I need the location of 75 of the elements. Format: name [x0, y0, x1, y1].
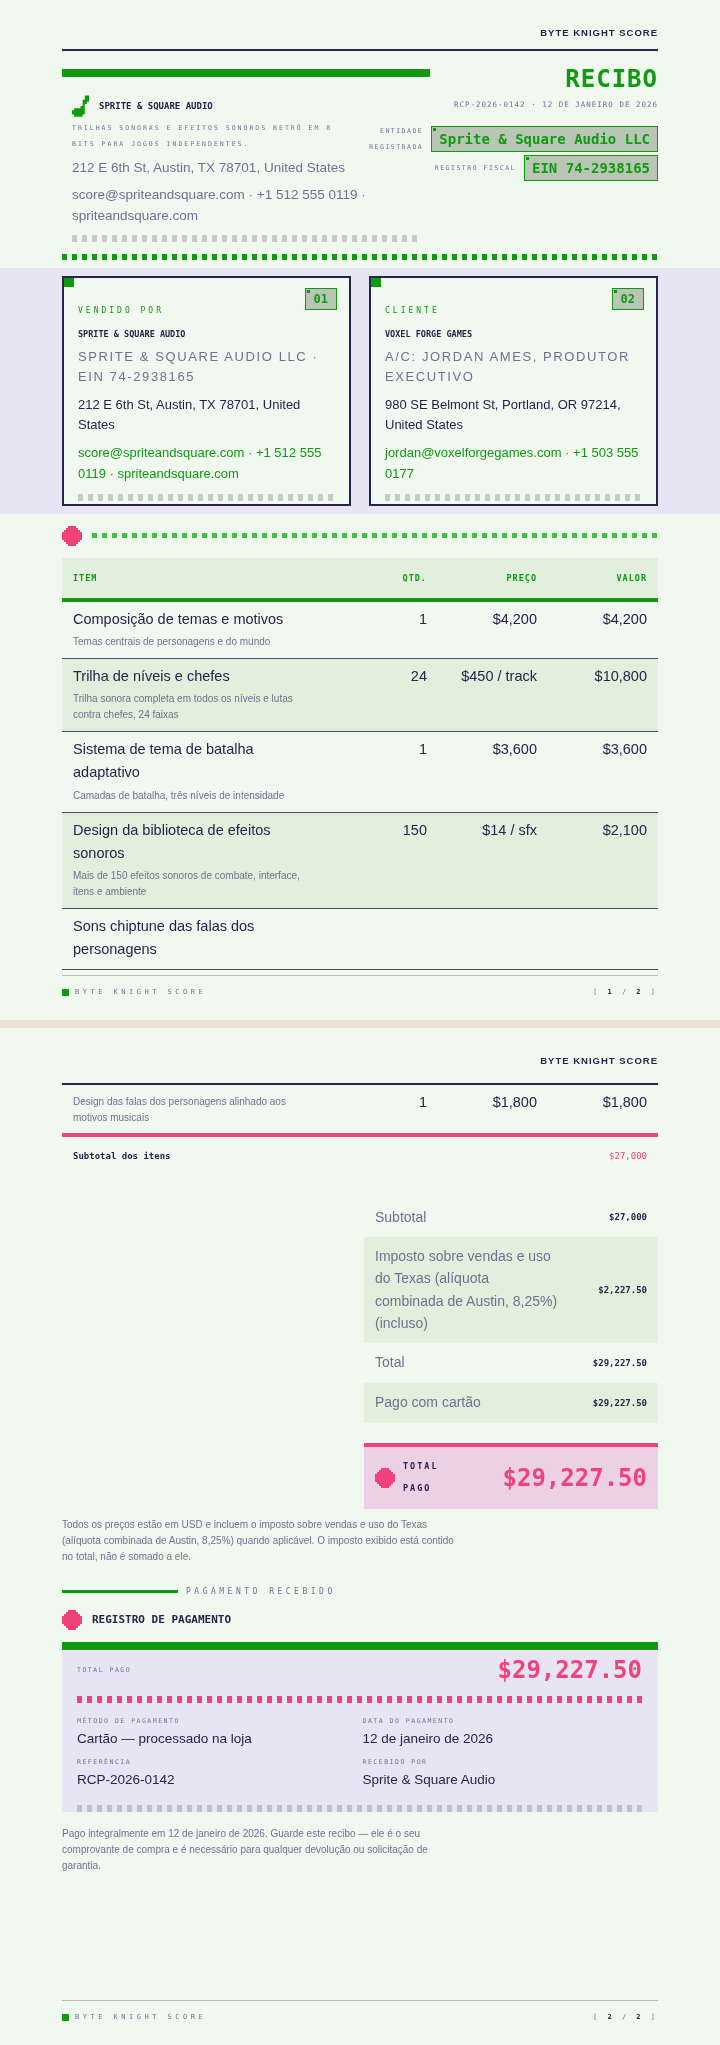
card-number: 02: [611, 287, 644, 310]
brand-name: BYTE KNIGHT SCORE: [540, 26, 658, 40]
corner-square: [371, 277, 381, 287]
company-contact: score@spriteandsquare.com · +1 512 555 0119 · spriteandsquare.com: [71, 186, 367, 225]
item-description: Mais de 150 efeitos sonoros de combate, interface, itens e ambiente: [73, 868, 301, 899]
summary-value: $27,000: [609, 1212, 647, 1222]
tax-note: Todos os preços estão em USD e incluem o imposto sobre vendas e uso do Texas (alíquota combinada de Austin, 8,25%) quando aplicável. O imposto exibido está contido no total, não é somado a ele.: [62, 1517, 455, 1564]
amount-cell-text: $1,800: [601, 1093, 647, 1112]
item-description: Design das falas dos personagens alinhado aos motivos musicais: [73, 1095, 287, 1125]
party-name: VOXEL FORGE GAMES: [385, 328, 473, 339]
quantity-cell-text: 1: [417, 1093, 427, 1112]
quantity-cell-text: 1: [417, 740, 427, 760]
section-title: REGISTRO DE PAGAMENTO: [92, 1613, 232, 1627]
summary-label: Subtotal: [375, 1207, 427, 1227]
amount-cell-text: $10,800: [593, 667, 647, 687]
quantity-cell-text: 150: [401, 820, 427, 840]
quantity-cell-text: 1: [417, 609, 427, 629]
party-address: 980 SE Belmont St, Portland, OR 97214, United States: [385, 396, 622, 435]
price-cell-text: $14 / sfx: [481, 820, 537, 840]
corner-square: [64, 277, 74, 287]
items-subtotal-value: $27,000: [609, 1151, 647, 1161]
closing-note: Pago integralmente em 12 de janeiro de 2026. Guarde este recibo — ele é o seu comprovante de compra e é necessário para qualquer devolução ou solicitação de garantia.: [62, 1826, 429, 1873]
music-note-icon: [72, 95, 89, 117]
summary-value: $29,227.50: [592, 1397, 647, 1408]
card-label: CLIENTE: [385, 305, 441, 315]
party-contact: jordan@voxelforgegames.com · +1 503 555 0177: [385, 444, 640, 483]
payment-total: $29,227.50: [497, 1655, 642, 1684]
column-header: VALOR: [615, 572, 647, 583]
summary-value: $29,227.50: [592, 1357, 647, 1368]
item-title: Sistema de tema de batalha adaptativo: [73, 740, 255, 783]
item-description: Temas centrais de personagens e do mundo: [73, 635, 272, 650]
brand-name: BYTE KNIGHT SCORE: [540, 1054, 658, 1068]
amount-cell-text: $3,600: [601, 740, 647, 760]
field-value: Sprite & Square Audio: [362, 1771, 497, 1787]
total-paid-label: TOTAL PAGO: [403, 1460, 440, 1495]
item-description: Trilha sonora completa em todos os níveis e lutas contra chefes, 24 faixas: [73, 692, 294, 723]
items-subtotal-label: Subtotal dos itens: [73, 1151, 171, 1161]
registry-value: Sprite & Square Audio LLC: [431, 126, 658, 152]
section-label: PAGAMENTO RECEBIDO: [186, 1586, 336, 1596]
field-value: 12 de janeiro de 2026: [362, 1730, 495, 1746]
field-value: Cartão — processado na loja: [77, 1730, 253, 1746]
price-cell-text: $3,600: [491, 740, 537, 760]
price-cell-text: $450 / track: [460, 667, 537, 687]
document-title: RECIBO: [565, 67, 658, 91]
company-address: 212 E 6th St, Austin, TX 78701, United States: [71, 158, 346, 177]
square-icon: [62, 988, 69, 996]
field-value: RCP-2026-0142: [77, 1771, 176, 1787]
item-title: Trilha de níveis e chefes: [73, 667, 231, 687]
card-label: VENDIDO POR: [78, 305, 165, 315]
item-title: Design da biblioteca de efeitos sonoros: [73, 820, 272, 863]
price-cell-text: $4,200: [491, 609, 537, 629]
summary-value: $2,227.50: [598, 1284, 647, 1295]
item-title: Composição de temas e motivos: [73, 609, 285, 629]
registry-value: EIN 74-2938165: [524, 155, 658, 181]
summary-label: Pago com cartão: [375, 1393, 481, 1413]
price-cell-text: $1,800: [491, 1093, 537, 1112]
total-paid-value: $29,227.50: [502, 1463, 647, 1492]
column-header: QTD.: [401, 572, 427, 583]
amount-cell-text: $4,200: [601, 609, 647, 629]
party-contact: score@spriteandsquare.com · +1 512 555 0119 · spriteandsquare.com: [78, 444, 323, 483]
quantity-cell-text: 24: [409, 667, 427, 687]
company-name: SPRITE & SQUARE AUDIO: [99, 101, 213, 111]
party-subtitle: A/C: JORDAN AMES, PRODUTOR EXECUTIVO: [385, 347, 632, 386]
card-number: 01: [304, 287, 337, 310]
summary-label: Total: [375, 1353, 405, 1373]
party-name: SPRITE & SQUARE AUDIO: [78, 328, 187, 339]
square-icon: [62, 2013, 69, 2021]
party-address: 212 E 6th St, Austin, TX 78701, United States: [78, 396, 302, 435]
item-description: Camadas de batalha, três níveis de intensidade: [73, 788, 286, 803]
amount-cell-text: $2,100: [601, 820, 647, 840]
party-subtitle: SPRITE & SQUARE AUDIO LLC · EIN 74-2938165: [78, 347, 320, 386]
column-header: PREÇO: [505, 572, 537, 583]
item-title: Sons chiptune das falas dos personagens: [73, 916, 256, 960]
summary-label: Imposto sobre vendas e uso do Texas (alíquota combinada de Austin, 8,25%) (incluso): [375, 1247, 559, 1334]
column-header: ITEM: [73, 572, 99, 583]
